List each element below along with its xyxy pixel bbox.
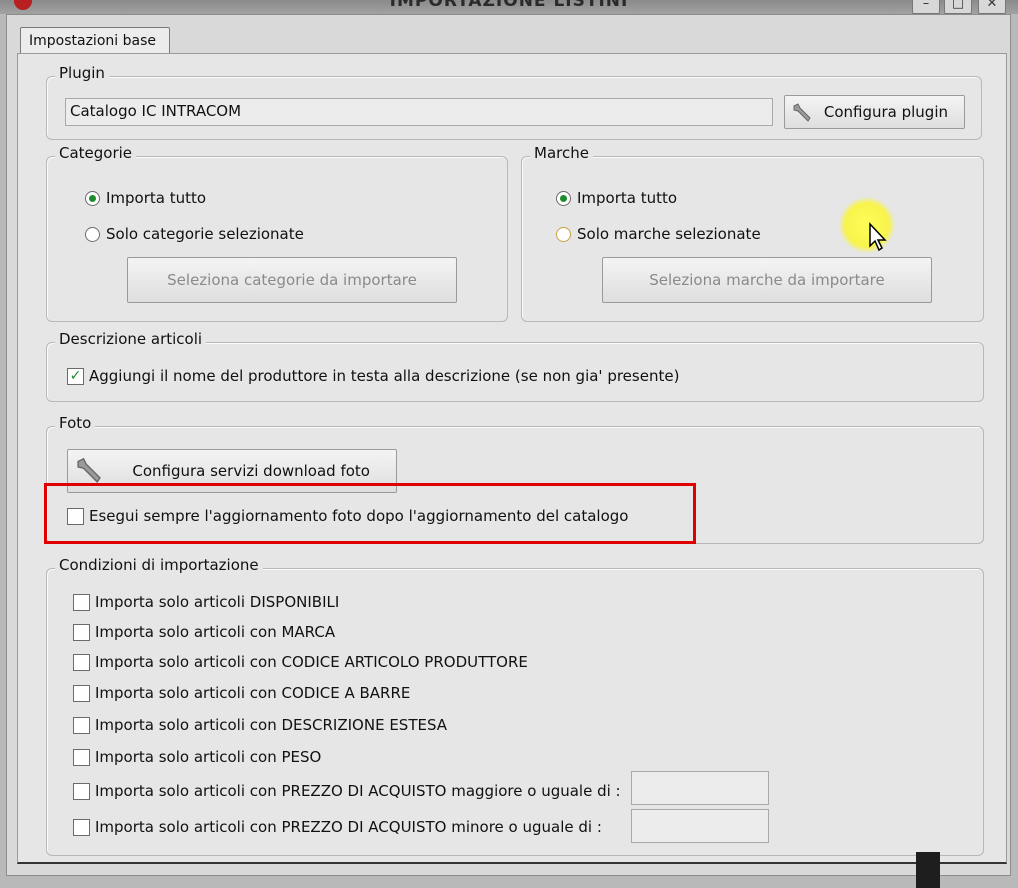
highlight-box (44, 483, 696, 544)
foto-legend: Foto (55, 414, 96, 432)
checkbox-indicator[interactable] (73, 748, 90, 766)
select-categories-button[interactable]: Seleziona categorie da importare (127, 257, 457, 303)
checkbox-indicator[interactable] (73, 653, 90, 671)
radio-label: Importa tutto (106, 189, 207, 207)
maximize-button[interactable]: □ (944, 0, 972, 14)
marche-legend: Marche (530, 144, 593, 162)
radio-label: Importa tutto (577, 189, 678, 207)
checkbox-indicator[interactable] (73, 716, 90, 734)
descrizione-group: Descrizione articoli ✓ Aggiungi il nome … (46, 330, 984, 402)
marche-importa-tutto-radio[interactable]: Importa tutto (556, 189, 677, 207)
wrench-icon (793, 103, 811, 122)
prezzo-min-input[interactable] (631, 771, 769, 805)
condition-peso-checkbox[interactable]: Importa solo articoli con PESO (73, 748, 321, 766)
checkbox-label: Aggiungi il nome del produttore in testa… (89, 367, 680, 385)
condition-descrizione-estesa-checkbox[interactable]: Importa solo articoli con DESCRIZIONE ES… (73, 716, 447, 734)
checkbox-label: Importa solo articoli con PREZZO DI ACQU… (95, 782, 621, 800)
add-producer-name-checkbox[interactable]: ✓ Aggiungi il nome del produttore in tes… (67, 367, 679, 385)
window-title: IMPORTAZIONE LISTINI (389, 0, 629, 11)
overlay-block (916, 852, 940, 888)
checkbox-indicator[interactable] (73, 623, 90, 641)
radio-indicator[interactable] (556, 226, 571, 242)
checkbox-label: Importa solo articoli DISPONIBILI (95, 593, 340, 611)
checkbox-label: Importa solo articoli con MARCA (95, 623, 336, 641)
marche-solo-selezionate-radio[interactable]: Solo marche selezionate (556, 225, 761, 243)
condition-codice-produttore-checkbox[interactable]: Importa solo articoli con CODICE ARTICOL… (73, 653, 528, 671)
checkbox-label: Importa solo articoli con PESO (95, 748, 322, 766)
checkbox-indicator[interactable]: ✓ (67, 367, 84, 385)
checkbox-label: Importa solo articoli con CODICE ARTICOL… (95, 653, 528, 671)
configure-plugin-button[interactable]: Configura plugin (784, 95, 965, 129)
close-button[interactable]: ✕ (978, 0, 1006, 14)
tab-impostazioni-base[interactable]: Impostazioni base (20, 27, 170, 53)
condizioni-group: Condizioni di importazione Importa solo … (46, 556, 984, 856)
condition-disponibili-checkbox[interactable]: Importa solo articoli DISPONIBILI (73, 593, 339, 611)
minimize-button[interactable]: – (912, 0, 940, 14)
condition-marca-checkbox[interactable]: Importa solo articoli con MARCA (73, 623, 335, 641)
dialog-window: Impostazioni base Plugin Catalogo IC INT… (6, 14, 1011, 876)
prezzo-max-input[interactable] (631, 809, 769, 843)
configure-photo-label: Configura servizi download foto (132, 462, 370, 480)
radio-label: Solo categorie selezionate (106, 225, 304, 243)
configure-plugin-label: Configura plugin (823, 103, 948, 121)
checkbox-indicator[interactable] (73, 782, 90, 800)
condition-prezzo-max-checkbox[interactable]: Importa solo articoli con PREZZO DI ACQU… (73, 818, 602, 836)
descrizione-legend: Descrizione articoli (55, 330, 207, 348)
radio-indicator[interactable] (85, 226, 100, 242)
plugin-group: Plugin Catalogo IC INTRACOM Configura pl… (46, 64, 982, 140)
condition-prezzo-min-checkbox[interactable]: Importa solo articoli con PREZZO DI ACQU… (73, 782, 621, 800)
plugin-legend: Plugin (55, 64, 109, 82)
categorie-importa-tutto-radio[interactable]: Importa tutto (85, 189, 206, 207)
categorie-group: Categorie Importa tutto Solo categorie s… (46, 144, 508, 322)
tab-page: Plugin Catalogo IC INTRACOM Configura pl… (17, 53, 1007, 864)
condizioni-legend: Condizioni di importazione (55, 556, 263, 574)
condition-codice-barre-checkbox[interactable]: Importa solo articoli con CODICE A BARRE (73, 684, 410, 702)
checkbox-label: Importa solo articoli con CODICE A BARRE (95, 684, 411, 702)
checkbox-label: Importa solo articoli con DESCRIZIONE ES… (95, 716, 448, 734)
mouse-cursor-icon (869, 222, 887, 252)
radio-indicator[interactable] (556, 190, 571, 206)
wrench-icon (77, 457, 101, 483)
marche-group: Marche Importa tutto Solo marche selezio… (521, 144, 984, 322)
categorie-legend: Categorie (55, 144, 137, 162)
categorie-solo-selezionate-radio[interactable]: Solo categorie selezionate (85, 225, 304, 243)
radio-label: Solo marche selezionate (577, 225, 761, 243)
radio-indicator[interactable] (85, 190, 100, 206)
plugin-field[interactable]: Catalogo IC INTRACOM (65, 98, 773, 126)
checkbox-indicator[interactable] (73, 818, 90, 836)
title-bar: IMPORTAZIONE LISTINI – □ ✕ (0, 0, 1018, 14)
checkbox-indicator[interactable] (73, 684, 90, 702)
checkbox-label: Importa solo articoli con PREZZO DI ACQU… (95, 818, 602, 836)
select-brands-button[interactable]: Seleziona marche da importare (602, 257, 932, 303)
checkbox-indicator[interactable] (73, 593, 90, 611)
